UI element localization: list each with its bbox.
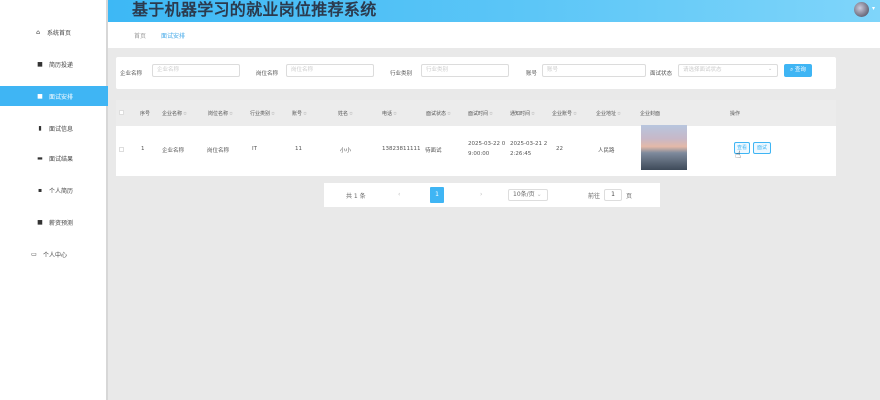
grid-icon: ■ — [37, 92, 43, 100]
app-title: 基于机器学习的就业岗位推荐系统 — [132, 0, 377, 19]
cell-address: 人民路 — [598, 148, 615, 154]
cell-phone: 13823811111 — [382, 146, 421, 152]
column-header[interactable]: 通知时间≎ — [510, 110, 535, 117]
column-header[interactable]: 面试时间≎ — [468, 110, 493, 117]
position-name-label: 岗位名称 — [256, 71, 279, 77]
sidebar: ⌂ 系统首页 ■ 简历投递 ■ 面试安排 ▮ 面试信息 ▬ 面试结果 ▪ 个人简… — [0, 0, 108, 400]
cell-name: 小小 — [340, 148, 352, 154]
sidebar-item-label: 简历投递 — [49, 61, 74, 69]
cell-interview-time-2: 9:00:00 — [468, 151, 490, 157]
sidebar-item-personal-center[interactable]: ▭ 个人中心 — [0, 244, 108, 264]
grid-icon: ■ — [37, 60, 43, 68]
cell-interview-time: 2025-03-22 0 — [468, 141, 506, 147]
sidebar-item-salary-prediction[interactable]: ■ 薪资预测 — [0, 212, 108, 232]
sidebar-item-interview-info[interactable]: ▮ 面试信息 — [0, 118, 108, 138]
industry-label: 行业类别 — [390, 71, 413, 77]
column-header[interactable]: 企业地址≎ — [596, 110, 621, 117]
column-header[interactable]: 企业账号≎ — [552, 110, 577, 117]
sidebar-item-label: 个人中心 — [43, 251, 68, 259]
interview-status-label: 面试状态 — [650, 71, 673, 77]
column-header[interactable]: 企业名称≎ — [162, 110, 187, 117]
sidebar-item-interview-schedule[interactable]: ■ 面试安排 — [0, 86, 108, 106]
sidebar-item-label: 面试结果 — [49, 155, 74, 163]
sidebar-item-label: 面试安排 — [49, 93, 74, 101]
interview-button[interactable]: 面试 — [753, 142, 771, 154]
pagination-total: 共 1 条 — [346, 193, 366, 200]
document-icon: ▪ — [37, 186, 43, 194]
row-checkbox[interactable] — [119, 147, 124, 152]
bar-chart-icon: ▮ — [38, 124, 42, 132]
breadcrumb-home[interactable]: 首页 — [134, 31, 146, 40]
breadcrumb: 首页 面试安排 — [108, 22, 880, 48]
breadcrumb-current: 面试安排 — [161, 33, 186, 40]
position-name-input[interactable]: 岗位名称 — [286, 64, 374, 77]
column-header[interactable]: 面试状态≎ — [426, 110, 451, 117]
sidebar-item-label: 系统首页 — [47, 29, 72, 37]
cell-position: 岗位名称 — [207, 148, 230, 154]
page-size-label: 10条/页 — [513, 191, 535, 198]
chevron-down-icon: ⌄ — [768, 66, 773, 72]
cell-notify-time-2: 2:26:45 — [510, 151, 532, 157]
search-button[interactable]: ⌕ 查询 — [784, 64, 812, 77]
company-name-label: 企业名称 — [120, 71, 143, 77]
goto-suffix: 页 — [626, 193, 633, 200]
page-number[interactable]: 1 — [430, 187, 444, 203]
account-input[interactable]: 账号 — [542, 64, 646, 77]
briefcase-icon: ▬ — [37, 154, 43, 162]
column-header: 企业封面 — [640, 111, 661, 117]
hand-cursor-icon: ☝ — [735, 150, 742, 161]
column-header[interactable]: 账号≎ — [292, 110, 307, 117]
column-header[interactable]: 行业类别≎ — [250, 110, 275, 117]
column-header[interactable]: 姓名≎ — [338, 110, 353, 117]
sidebar-item-label: 个人简历 — [49, 187, 74, 195]
page-size-select[interactable]: 10条/页 ⌄ — [508, 189, 548, 201]
column-header[interactable]: 序号 — [140, 110, 150, 117]
cell-notify-time: 2025-03-21 2 — [510, 141, 548, 147]
sidebar-item-label: 面试信息 — [49, 125, 74, 133]
column-header[interactable]: 电话≎ — [382, 110, 397, 117]
interview-table: 序号 企业名称≎ 岗位名称≎ 行业类别≎ 账号≎ 姓名≎ 电话≎ 面试状态≎ 面… — [116, 100, 836, 176]
industry-input[interactable]: 行业类别 — [421, 64, 509, 77]
goto-label: 前往 — [588, 193, 601, 200]
home-icon: ⌂ — [36, 28, 40, 36]
search-icon: ⌕ — [790, 67, 794, 73]
sidebar-item-interview-result[interactable]: ▬ 面试结果 — [0, 148, 108, 168]
sidebar-item-resume-submit[interactable]: ■ 简历投递 — [0, 54, 108, 74]
sidebar-item-personal-resume[interactable]: ▪ 个人简历 — [0, 180, 108, 200]
next-page-icon[interactable]: › — [480, 191, 482, 198]
cell-index: 1 — [141, 146, 145, 152]
pagination: 共 1 条 ‹ 1 › 10条/页 ⌄ 前往 1 页 — [324, 183, 660, 207]
select-all-checkbox[interactable] — [119, 110, 124, 115]
company-name-input[interactable]: 企业名称 — [152, 64, 240, 77]
cell-industry: IT — [252, 146, 257, 152]
chevron-down-icon[interactable]: ▾ — [872, 5, 875, 12]
avatar[interactable] — [854, 2, 869, 17]
interview-status-select[interactable]: 请选择面试状态 — [678, 64, 778, 77]
top-header: 基于机器学习的就业岗位推荐系统 ▾ — [108, 0, 880, 22]
account-label: 账号 — [526, 71, 538, 77]
grid-icon: ■ — [37, 218, 43, 226]
cell-company-account: 22 — [556, 146, 563, 152]
table-header: 序号 企业名称≎ 岗位名称≎ 行业类别≎ 账号≎ 姓名≎ 电话≎ 面试状态≎ 面… — [116, 100, 836, 126]
cell-account: 11 — [295, 146, 302, 152]
cell-company: 企业名称 — [162, 148, 185, 154]
column-header: 操作 — [730, 111, 741, 117]
chevron-down-icon: ⌄ — [536, 191, 542, 198]
cell-status: 待面试 — [425, 148, 442, 154]
search-button-label: 查询 — [794, 67, 806, 73]
column-header[interactable]: 岗位名称≎ — [208, 110, 233, 117]
sidebar-item-label: 薪资预测 — [49, 219, 74, 227]
window-icon: ▭ — [31, 250, 37, 258]
prev-page-icon[interactable]: ‹ — [398, 191, 400, 198]
sidebar-item-home[interactable]: ⌂ 系统首页 — [0, 22, 108, 42]
search-panel: 企业名称 企业名称 岗位名称 岗位名称 行业类别 行业类别 账号 账号 面试状态… — [116, 57, 836, 89]
goto-page-input[interactable]: 1 — [604, 189, 622, 201]
company-cover-image — [641, 125, 687, 170]
